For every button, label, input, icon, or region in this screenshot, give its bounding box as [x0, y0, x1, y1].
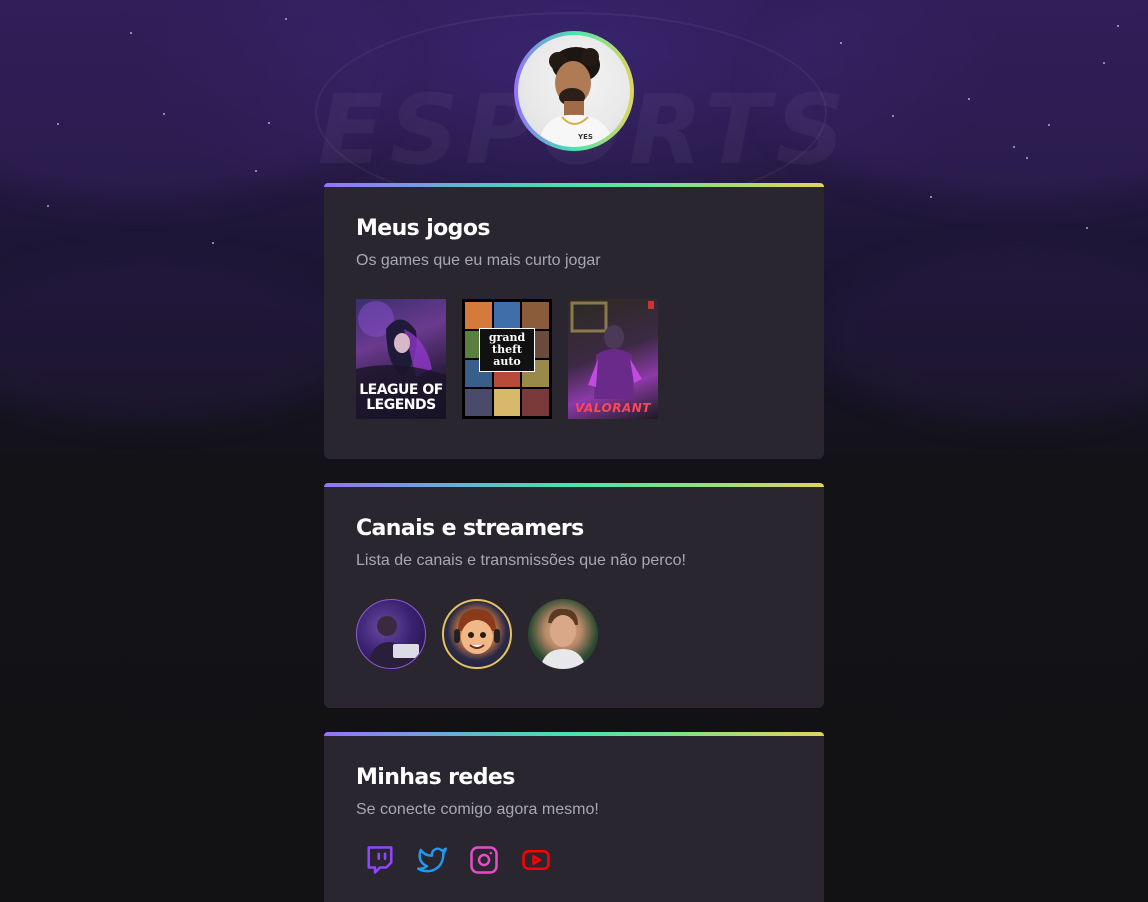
svg-text:YES: YES [577, 133, 593, 141]
games-subtitle: Os games que eu mais curto jogar [356, 252, 601, 269]
twitch-icon[interactable] [364, 844, 396, 876]
games-title: Meus jogos [356, 216, 490, 241]
instagram-icon[interactable] [468, 844, 500, 876]
gta-cover-title: grand theft auto [479, 328, 535, 372]
streamer-cartoon-icon [454, 609, 500, 654]
games-list: LEAGUE OF LEGENDS grand theft auto VALOR… [356, 299, 792, 419]
streamer-photo-icon [367, 616, 419, 668]
streamers-subtitle: Lista de canais e transmissões que não p… [356, 552, 686, 569]
profile-avatar-ring: YES [514, 31, 634, 151]
streamers-list [356, 599, 792, 669]
streamer-avatar-3[interactable] [528, 599, 598, 669]
profile-avatar: YES [518, 35, 630, 147]
youtube-icon[interactable] [520, 844, 552, 876]
games-card: Meus jogos Os games que eu mais curto jo… [324, 183, 824, 459]
game-cover-gta-v[interactable]: grand theft auto [462, 299, 552, 419]
twitter-icon[interactable] [416, 844, 448, 876]
game-cover-league-of-legends[interactable]: LEAGUE OF LEGENDS [356, 299, 446, 419]
game-cover-valorant[interactable]: VALORANT [568, 299, 658, 419]
streamer-photo-icon [540, 608, 586, 669]
socials-list [356, 844, 792, 876]
streamers-title: Canais e streamers [356, 516, 584, 541]
valorant-cover-title: VALORANT [575, 401, 651, 415]
profile-photo-icon: YES [538, 47, 614, 147]
lol-cover-title: LEAGUE OF LEGENDS [359, 382, 443, 413]
socials-title: Minhas redes [356, 765, 515, 790]
streamers-card: Canais e streamers Lista de canais e tra… [324, 483, 824, 708]
streamer-avatar-1[interactable] [356, 599, 426, 669]
socials-subtitle: Se conecte comigo agora mesmo! [356, 801, 599, 818]
streamer-avatar-2[interactable] [442, 599, 512, 669]
socials-card: Minhas redes Se conecte comigo agora mes… [324, 732, 824, 902]
